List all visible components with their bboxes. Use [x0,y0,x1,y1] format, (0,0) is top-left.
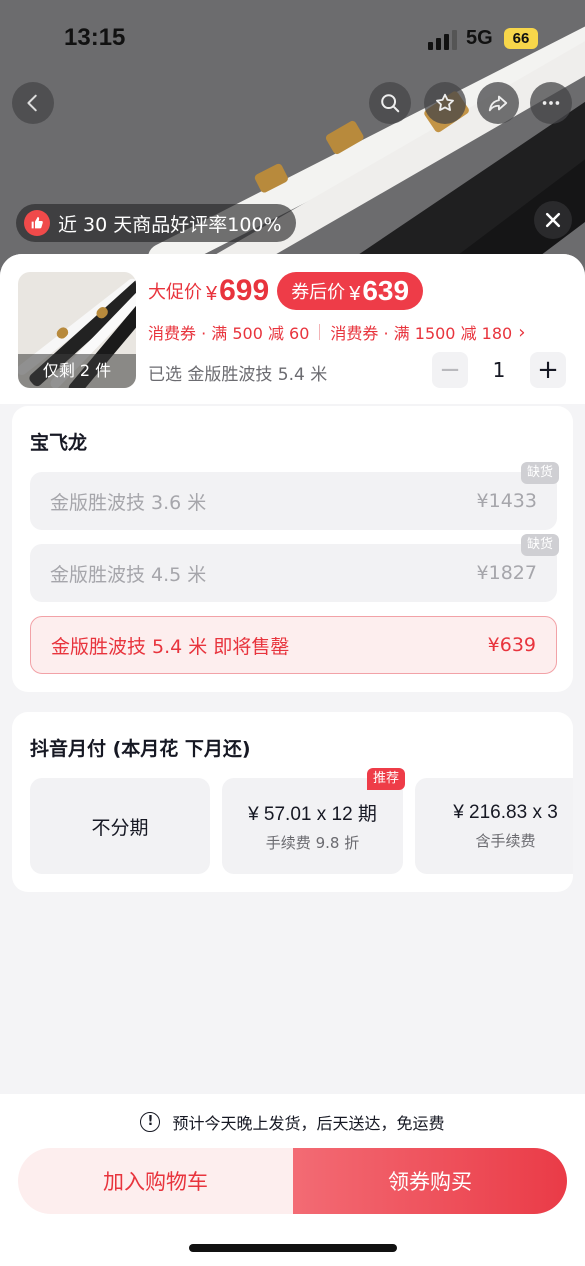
plan-fee: 手续费 9.8 折 [265,834,360,852]
recommended-badge: 推荐 [366,768,405,790]
promo-label: 大促价 [148,282,202,303]
chevron-left-icon [27,94,37,112]
buy-with-coupon-button[interactable]: 领券购买 [293,1148,567,1214]
back-button[interactable] [12,82,54,124]
network-label: 5G [466,27,493,49]
variant-name: 金版胜波技 3.6 米 [50,491,207,514]
installment-card: 抖音月付 (本月花 下月还) 不分期 ¥ 57.01 x 12 期 手续费 9.… [12,712,573,892]
price-line: 大促价 ¥699 券后价 ¥639 [148,272,424,310]
installment-plan[interactable]: ¥ 57.01 x 12 期 手续费 9.8 折 推荐 [222,768,405,874]
search-button[interactable] [369,82,411,124]
variant-card: 宝飞龙 金版胜波技 3.6 米 ¥1433 缺货 金版胜波技 4.5 米 ¥18… [12,406,573,692]
variant-option[interactable]: 金版胜波技 3.6 米 ¥1433 缺货 [30,462,559,530]
plan-label: ¥ 57.01 x 12 期 [248,804,377,825]
installment-title: 抖音月付 (本月花 下月还) [30,738,251,760]
variant-group-title: 宝飞龙 [30,432,88,454]
star-icon [436,93,454,111]
status-bar: 13:15 5G 66 [0,0,585,80]
variant-option[interactable]: 金版胜波技 4.5 米 ¥1827 缺货 [30,534,559,602]
variant-name: 金版胜波技 4.5 米 [50,563,207,586]
after-coupon-label: 券后价 [291,282,346,303]
selected-sku-text: 已选 金版胜波技 5.4 米 [148,365,328,385]
coupon-divider [319,324,321,340]
variant-name: 金版胜波技 5.4 米 即将售罄 [51,635,290,658]
quantity-value[interactable]: 1 [468,358,530,382]
quantity-stepper: − 1 + [432,352,566,388]
battery-icon: 66 [504,28,538,49]
coupon-row[interactable]: 消费券 · 满 500 减 60 消费券 · 满 1500 减 180 › [148,320,525,344]
status-time: 13:15 [64,24,126,51]
after-coupon-price-badge: 券后价 ¥639 [277,272,424,310]
variant-option-selected[interactable]: 金版胜波技 5.4 米 即将售罄 ¥639 [30,616,557,674]
share-button[interactable] [477,82,519,124]
product-summary: 仅剩 2 件 大促价 ¥699 券后价 ¥639 消费券 · 满 500 减 6… [0,254,585,404]
rating-banner: 近 30 天商品好评率100% [16,204,296,242]
footer-bar: ! 预计今天晚上发货，后天送达，免运费 加入购物车 领券购买 [0,1094,585,1266]
shipping-text: 预计今天晚上发货，后天送达，免运费 [172,1114,445,1133]
decrease-button[interactable]: − [432,352,468,388]
out-of-stock-badge: 缺货 [520,534,559,556]
coupon-1: 消费券 · 满 500 减 60 [148,324,310,343]
variant-price: ¥1827 [476,562,537,584]
thumbs-up-icon [24,210,50,236]
more-icon [542,101,560,105]
more-button[interactable] [530,82,572,124]
increase-button[interactable]: + [530,352,566,388]
favorite-button[interactable] [424,82,466,124]
action-buttons: 加入购物车 领券购买 [18,1148,567,1214]
shipping-info: ! 预计今天晚上发货，后天送达，免运费 [0,1110,585,1134]
chevron-right-icon: › [518,321,526,343]
product-thumbnail[interactable]: 仅剩 2 件 [18,272,136,388]
variant-price: ¥639 [487,634,536,656]
plan-fee: 含手续费 [475,831,536,850]
coupon-2: 消费券 · 满 1500 减 180 [330,324,513,343]
info-icon: ! [140,1112,161,1132]
installment-plan[interactable]: ¥ 216.83 x 3 含手续费 [415,778,573,874]
variant-price: ¥1433 [476,490,537,512]
close-icon [545,212,561,228]
plan-label: ¥ 216.83 x 3 [453,801,558,823]
close-button[interactable] [534,201,572,239]
promo-price: ¥699 [206,274,270,307]
signal-icon [428,30,457,50]
search-icon [381,94,400,113]
share-icon [488,95,508,112]
home-indicator[interactable] [189,1244,397,1252]
add-to-cart-button[interactable]: 加入购物车 [18,1148,293,1214]
out-of-stock-badge: 缺货 [520,462,559,484]
after-coupon-price: ¥639 [349,275,410,306]
plan-label: 不分期 [91,817,149,839]
stock-tag: 仅剩 2 件 [18,354,136,388]
rating-text: 近 30 天商品好评率100% [58,213,282,236]
installment-plan[interactable]: 不分期 [30,778,210,874]
